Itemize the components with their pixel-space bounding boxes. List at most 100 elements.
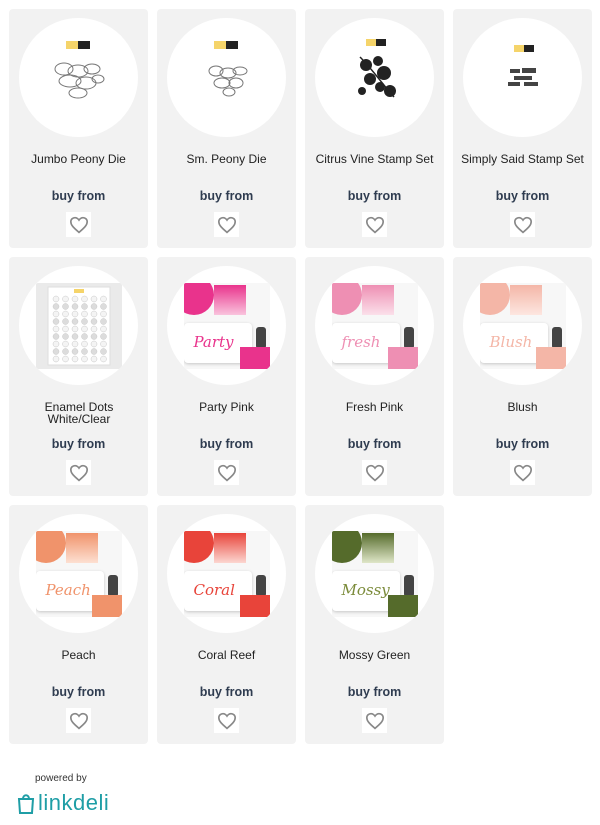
product-card: fresh Fresh Pink buy from [305, 257, 444, 496]
product-image[interactable] [315, 18, 434, 137]
powered-by-text: powered by [35, 773, 87, 784]
enamel-dot [52, 302, 59, 310]
heart-icon [513, 464, 532, 481]
enamel-dot [99, 295, 107, 302]
product-card: Party Party Pink buy from [157, 257, 296, 496]
favorite-button[interactable] [214, 708, 239, 733]
heart-icon [365, 464, 384, 481]
product-title[interactable]: Jumbo Peony Die [13, 153, 144, 165]
product-title[interactable]: Peach [13, 649, 144, 661]
ink-pad-label: Party [193, 332, 234, 351]
enamel-dot [99, 347, 107, 355]
favorite-button[interactable] [510, 212, 535, 237]
heart-icon [69, 216, 88, 233]
product-title[interactable]: Simply Said Stamp Set [457, 153, 588, 165]
enamel-dot [71, 355, 78, 362]
product-title[interactable]: Mossy Green [309, 649, 440, 661]
product-image[interactable] [19, 266, 138, 385]
heart-icon [365, 216, 384, 233]
enamel-dot [80, 340, 88, 347]
heart-icon [217, 464, 236, 481]
product-title[interactable]: Blush [457, 401, 588, 413]
enamel-dot [61, 310, 69, 317]
favorite-button[interactable] [214, 460, 239, 485]
heart-icon [69, 712, 88, 729]
product-title[interactable]: Party Pink [161, 401, 292, 413]
product-image[interactable] [19, 18, 138, 137]
enamel-dot [71, 325, 78, 332]
ink-pad-label: fresh [341, 332, 381, 351]
enamel-dot [99, 325, 107, 332]
enamel-dot [80, 310, 88, 317]
buy-from-link[interactable]: buy from [9, 437, 148, 451]
die-outline-image [208, 40, 247, 96]
buy-from-link[interactable]: buy from [305, 189, 444, 203]
enamel-dot [71, 347, 78, 355]
favorite-button[interactable] [66, 708, 91, 733]
buy-from-link[interactable]: buy from [157, 685, 296, 699]
linkdeli-brand-text: linkdeli [38, 790, 110, 815]
enamel-dot [61, 325, 69, 332]
enamel-dot [71, 317, 78, 325]
buy-from-link[interactable]: buy from [453, 437, 592, 451]
product-image[interactable]: fresh [315, 266, 434, 385]
enamel-dot [99, 302, 107, 310]
ink-pad-label: Coral [193, 580, 235, 599]
favorite-button[interactable] [66, 212, 91, 237]
enamel-dot [52, 355, 59, 362]
favorite-button[interactable] [214, 212, 239, 237]
favorite-button[interactable] [66, 460, 91, 485]
product-title[interactable]: Enamel Dots White/Clear [39, 401, 119, 425]
product-title[interactable]: Citrus Vine Stamp Set [309, 153, 440, 165]
product-image[interactable]: Peach [19, 514, 138, 633]
enamel-dot [71, 295, 78, 302]
product-image[interactable]: Blush [463, 266, 582, 385]
linkdeli-logo[interactable]: linkdeli [16, 790, 109, 816]
buy-from-link[interactable]: buy from [157, 437, 296, 451]
product-image[interactable] [167, 18, 286, 137]
heart-icon [69, 464, 88, 481]
ink-pad-label: Mossy [341, 580, 390, 599]
favorite-button[interactable] [362, 708, 387, 733]
favorite-button[interactable] [362, 460, 387, 485]
enamel-dot [71, 340, 78, 347]
enamel-dot [90, 302, 97, 310]
enamel-dot [52, 295, 59, 302]
product-image[interactable]: Party [167, 266, 286, 385]
enamel-dot [90, 325, 97, 332]
enamel-dot [61, 355, 69, 362]
product-card: Sm. Peony Die buy from [157, 9, 296, 248]
product-image[interactable]: Coral [167, 514, 286, 633]
product-title[interactable]: Fresh Pink [309, 401, 440, 413]
heart-icon [513, 216, 532, 233]
product-title[interactable]: Coral Reef [161, 649, 292, 661]
buy-from-link[interactable]: buy from [305, 685, 444, 699]
enamel-dot [90, 295, 97, 302]
enamel-dot [99, 332, 107, 340]
heart-icon [217, 712, 236, 729]
product-image[interactable] [463, 18, 582, 137]
product-image[interactable]: Mossy [315, 514, 434, 633]
favorite-button[interactable] [510, 460, 535, 485]
enamel-dot [90, 310, 97, 317]
product-card: Mossy Mossy Green buy from [305, 505, 444, 744]
buy-from-link[interactable]: buy from [453, 189, 592, 203]
enamel-dot [90, 355, 97, 362]
buy-from-link[interactable]: buy from [305, 437, 444, 451]
buy-from-link[interactable]: buy from [157, 189, 296, 203]
enamel-dot [52, 347, 59, 355]
enamel-dot [71, 302, 78, 310]
enamel-dot [71, 310, 78, 317]
enamel-dot [61, 347, 69, 355]
buy-from-link[interactable]: buy from [9, 685, 148, 699]
enamel-dot [71, 332, 78, 340]
product-card: Enamel Dots White/Clear buy from [9, 257, 148, 496]
buy-from-link[interactable]: buy from [9, 189, 148, 203]
enamel-dot [80, 317, 88, 325]
enamel-dot [80, 332, 88, 340]
product-title[interactable]: Sm. Peony Die [161, 153, 292, 165]
enamel-dot [80, 302, 88, 310]
stamp-set-image [357, 38, 396, 97]
enamel-dot [90, 317, 97, 325]
favorite-button[interactable] [362, 212, 387, 237]
